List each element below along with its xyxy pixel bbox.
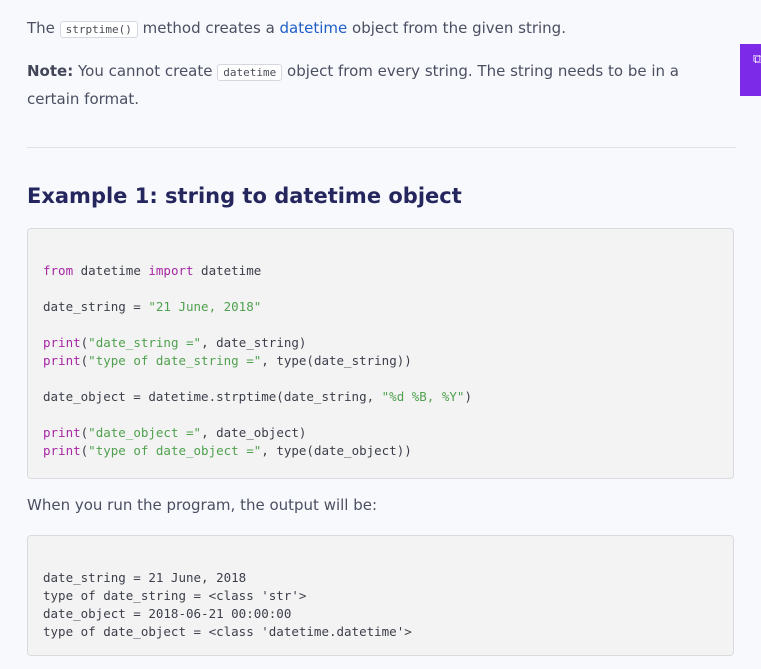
datetime-link[interactable]: datetime — [280, 19, 348, 37]
section-divider — [27, 147, 736, 148]
code-token: , date_string) — [201, 335, 307, 350]
inline-code-strptime: strptime() — [59, 21, 138, 38]
code-line: print("date_string =", date_string) — [43, 334, 733, 352]
output-line: date_object = 2018-06-21 00:00:00 — [43, 606, 292, 621]
code-line: print("date_object =", date_object) — [43, 424, 733, 442]
intro-text: object from the given string. — [347, 19, 566, 37]
note-paragraph: Note: You cannot create datetime object … — [27, 58, 707, 112]
note-label: Note: — [27, 62, 74, 80]
output-line: type of date_string = <class 'str'> — [43, 588, 307, 603]
code-line: print("type of date_object =", type(date… — [43, 442, 733, 460]
code-token: print — [43, 335, 81, 350]
code-token: , type(date_string)) — [261, 353, 412, 368]
code-line: date_object = datetime.strptime(date_str… — [43, 388, 733, 406]
code-token: from — [43, 263, 74, 278]
code-token: datetime — [193, 263, 262, 278]
copy-icon[interactable]: ⧉ — [753, 52, 761, 67]
code-token: print — [43, 443, 81, 458]
intro-text: method creates a — [137, 19, 280, 37]
code-token: , type(date_object)) — [261, 443, 412, 458]
inline-code-datetime: datetime — [217, 64, 283, 81]
code-token: print — [43, 425, 81, 440]
code-token: , date_object) — [201, 425, 307, 440]
output-block[interactable]: date_string = 21 June, 2018 type of date_… — [27, 535, 734, 656]
code-example-block[interactable]: from datetime import datetime date_string… — [27, 228, 734, 479]
code-token: "type of date_string =" — [88, 353, 262, 368]
side-tab-tail — [740, 80, 761, 96]
code-line: print("type of date_string =", type(date… — [43, 352, 733, 370]
code-line: date_string = "21 June, 2018" — [43, 298, 733, 316]
intro-text: The — [27, 19, 60, 37]
code-token: datetime — [73, 263, 149, 278]
code-token: "type of date_object =" — [88, 443, 262, 458]
code-token: "21 June, 2018" — [148, 299, 262, 314]
code-token: date_object = datetime.strptime(date_str… — [43, 389, 382, 404]
example-heading: Example 1: string to datetime object — [27, 184, 462, 208]
code-token: "date_object =" — [88, 425, 202, 440]
code-token: import — [148, 263, 194, 278]
code-line: from datetime import datetime — [43, 262, 733, 280]
output-line: date_string = 21 June, 2018 — [43, 570, 247, 585]
code-token: print — [43, 353, 81, 368]
code-token: "date_string =" — [88, 335, 202, 350]
intro-paragraph: The strptime() method creates a datetime… — [27, 15, 707, 43]
code-token: ) — [464, 389, 472, 404]
note-text: You cannot create — [73, 62, 218, 80]
code-token: "%d %B, %Y" — [381, 389, 465, 404]
output-line: type of date_object = <class 'datetime.d… — [43, 624, 412, 639]
output-intro: When you run the program, the output wil… — [27, 496, 378, 514]
code-token: date_string = — [43, 299, 149, 314]
